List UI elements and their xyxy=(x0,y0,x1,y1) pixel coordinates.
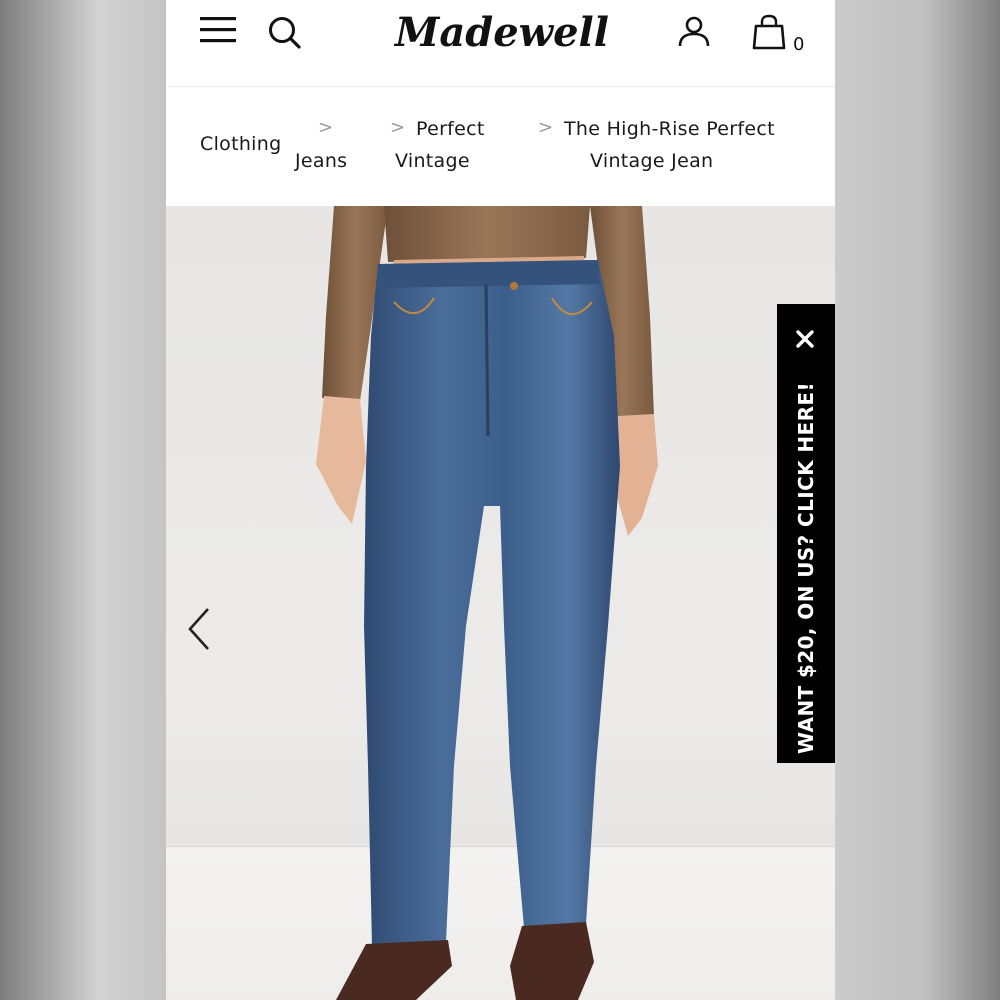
model-wearing-jeans-image xyxy=(316,206,658,1000)
breadcrumb: Clothing > Jeans > Perfect Vintage > The… xyxy=(166,87,835,206)
phone-screen: Madewell 0 Clothing > Jeans > Perfect Vi… xyxy=(166,0,835,1000)
chevron-left-icon[interactable] xyxy=(184,606,214,652)
menu-icon[interactable] xyxy=(200,14,236,46)
breadcrumb-current-line2: Vintage Jean xyxy=(590,150,714,172)
site-header: Madewell 0 xyxy=(166,0,835,87)
breadcrumb-item-vintage[interactable]: Vintage xyxy=(395,150,470,172)
account-icon[interactable] xyxy=(676,14,712,50)
promo-tab[interactable]: WANT $20, ON US? CLICK HERE! xyxy=(777,304,835,763)
brand-logo-text: Madewell xyxy=(393,9,609,56)
bag-icon[interactable] xyxy=(752,14,786,50)
chevron-right-icon: > xyxy=(390,117,406,138)
search-icon[interactable] xyxy=(266,14,302,50)
breadcrumb-item-jeans[interactable]: Jeans xyxy=(295,150,347,172)
breadcrumb-item-perfect[interactable]: Perfect xyxy=(416,118,485,140)
bag-count: 0 xyxy=(793,34,805,55)
background-right xyxy=(835,0,1000,1000)
breadcrumb-current-line1: The High-Rise Perfect xyxy=(564,118,775,140)
chevron-right-icon: > xyxy=(318,117,334,138)
chevron-right-icon: > xyxy=(538,117,554,138)
background-left xyxy=(0,0,166,1000)
close-icon[interactable] xyxy=(794,328,816,350)
breadcrumb-item-clothing[interactable]: Clothing xyxy=(200,133,281,155)
product-image[interactable] xyxy=(166,206,835,1000)
brand-logo[interactable]: Madewell xyxy=(384,4,620,64)
promo-text[interactable]: WANT $20, ON US? CLICK HERE! xyxy=(794,382,818,754)
